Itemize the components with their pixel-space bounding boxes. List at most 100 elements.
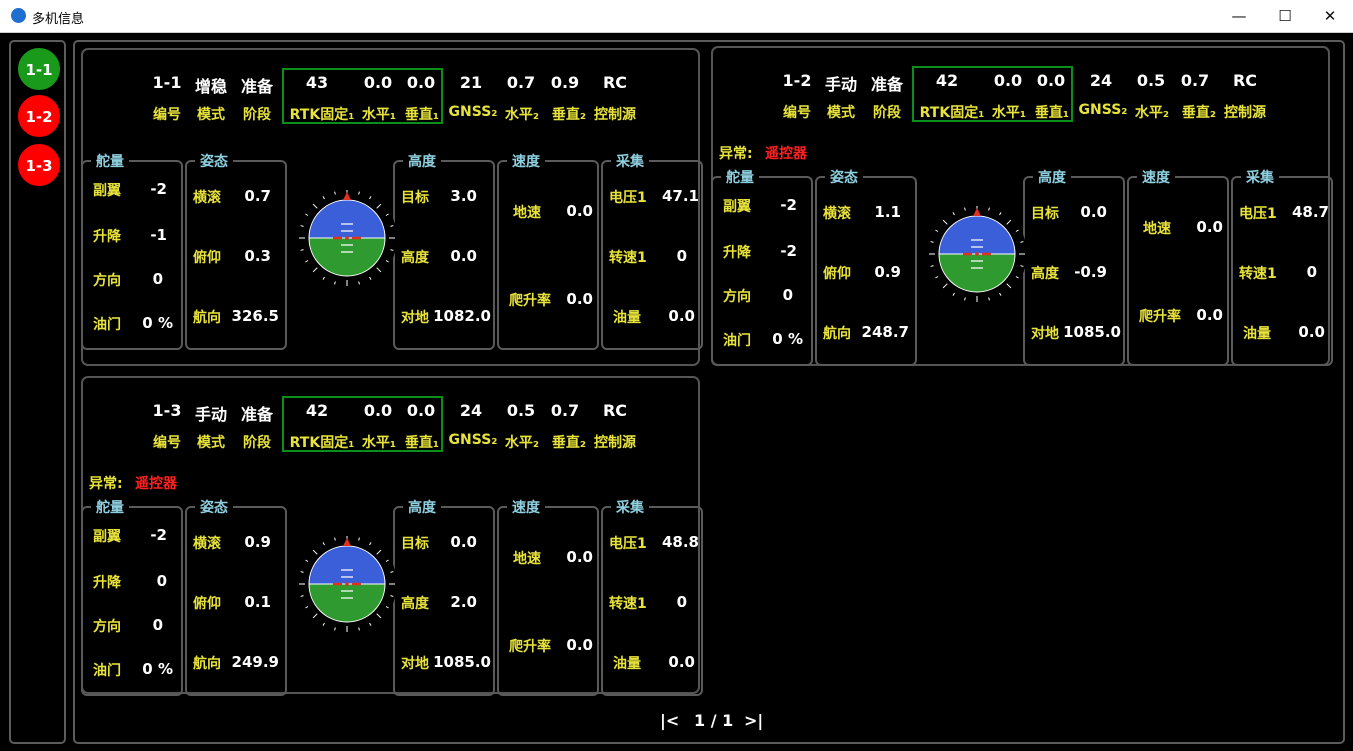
rpm-label: 转速1 — [609, 596, 647, 612]
voltage-label: 电压1 — [609, 190, 647, 206]
uav-id-label: 编号 — [153, 107, 181, 123]
altitude-label: 高度 — [401, 250, 429, 266]
direction-label: 方向 — [93, 273, 121, 289]
direction-value: 0 — [152, 616, 163, 634]
uav-button-1-1[interactable]: 1-1 — [17, 47, 61, 91]
rudder-group: 舵量 副翼 -2 升降 -1 方向 0 油门 0 % — [81, 151, 183, 350]
climb-rate-value: 0.0 — [1196, 306, 1223, 324]
voltage-label: 电压1 — [609, 536, 647, 552]
roll-value: 0.9 — [244, 533, 271, 551]
vertical2-label: 垂直₂ — [551, 107, 587, 123]
rpm-value: 0 — [676, 593, 687, 611]
heading-label: 航向 — [193, 656, 221, 672]
roll-value: 0.7 — [244, 187, 271, 205]
close-button[interactable]: ✕ — [1307, 0, 1353, 33]
page-indicator: 1 / 1 — [694, 711, 734, 730]
uav-id-value: 1-2 — [782, 71, 812, 90]
title-bar: 多机信息 — ☐ ✕ — [0, 0, 1353, 33]
altitude-group: 高度 目标 3.0 高度 0.0 对地 1082.0 — [393, 151, 495, 350]
control-source-value: RC — [602, 401, 628, 420]
vertical1-value: 0.0 — [406, 401, 436, 420]
ground-label: 对地 — [1031, 326, 1059, 342]
stage-label: 阶段 — [243, 107, 271, 123]
altitude-group-title: 高度 — [403, 151, 441, 171]
altitude-value: 2.0 — [450, 593, 477, 611]
app-icon — [11, 8, 26, 23]
vertical2-value: 0.9 — [550, 73, 580, 92]
maximize-icon: ☐ — [1278, 7, 1292, 25]
vertical1-label: 垂直₁ — [1034, 105, 1070, 121]
ground-label: 对地 — [401, 656, 429, 672]
horizontal2-label: 水平₂ — [1134, 105, 1170, 121]
direction-value: 0 — [152, 270, 163, 288]
uav-button-1-2[interactable]: 1-2 — [17, 94, 61, 138]
speed-group: 速度 地速 0.0 爬升率 0.0 — [497, 497, 599, 696]
rpm-label: 转速1 — [609, 250, 647, 266]
stage-value: 准备 — [240, 405, 273, 424]
rtk-value: 42 — [305, 401, 329, 420]
uav-card-1-3: 1-3 手动 准备 42 0.0 0.0 24 0.5 0.7 RC 编号 模式 阶段 RTK固定₁ 水平₁… — [81, 376, 703, 696]
gnss-value: 24 — [1089, 71, 1113, 90]
elevator-value: -2 — [780, 242, 797, 260]
voltage-value: 48.7 — [1291, 203, 1329, 221]
vertical2-label: 垂直₂ — [551, 435, 587, 451]
gnss-value: 24 — [459, 401, 483, 420]
elevator-label: 升降 — [93, 575, 121, 591]
rtk-label: RTK固定₁ — [289, 435, 355, 451]
uav-card-1-2: 1-2 手动 准备 42 0.0 0.0 24 0.5 0.7 RC 编号 模式 阶段 RTK固定₁ 水平₁… — [711, 46, 1333, 366]
vertical1-value: 0.0 — [1036, 71, 1066, 90]
gnss-label: GNSS₂ — [448, 104, 498, 120]
roll-label: 横滚 — [193, 536, 221, 552]
rudder-group: 舵量 副翼 -2 升降 -2 方向 0 油门 0 % — [711, 167, 813, 366]
control-source-label: 控制源 — [1224, 105, 1266, 121]
uav-id-value: 1-3 — [152, 401, 182, 420]
attitude-group-title: 姿态 — [195, 497, 233, 517]
roll-label: 横滚 — [823, 206, 851, 222]
attitude-group-title: 姿态 — [195, 151, 233, 171]
climb-rate-label: 爬升率 — [509, 293, 551, 309]
attitude-indicator — [295, 532, 399, 636]
heading-value: 326.5 — [231, 307, 279, 325]
minimize-button[interactable]: — — [1216, 0, 1262, 33]
aileron-label: 副翼 — [93, 183, 121, 199]
warning-value: 遥控器 — [765, 146, 807, 162]
first-page-button[interactable]: |< — [660, 711, 679, 730]
aileron-label: 副翼 — [93, 529, 121, 545]
direction-value: 0 — [782, 286, 793, 304]
gnss-label: GNSS₂ — [1078, 102, 1128, 118]
roll-label: 横滚 — [193, 190, 221, 206]
attitude-indicator — [295, 186, 399, 290]
uav-button-1-3[interactable]: 1-3 — [17, 143, 61, 187]
fuel-value: 0.0 — [1298, 323, 1325, 341]
fuel-value: 0.0 — [668, 653, 695, 671]
uav-id-value: 1-1 — [152, 73, 182, 92]
mode-value: 增稳 — [194, 77, 227, 96]
fuel-label: 油量 — [613, 656, 641, 672]
elevator-value: 0 — [156, 572, 167, 590]
ground-value: 1085.0 — [1063, 323, 1121, 341]
ground-label: 对地 — [401, 310, 429, 326]
warning-label: 异常: — [89, 476, 123, 492]
rpm-value: 0 — [676, 247, 687, 265]
direction-label: 方向 — [93, 619, 121, 635]
throttle-label: 油门 — [93, 663, 121, 679]
collect-group: 采集 电压1 48.8 转速1 0 油量 0.0 — [601, 497, 703, 696]
ground-speed-label: 地速 — [513, 205, 541, 221]
pager: |< 1 / 1 >| — [660, 711, 880, 735]
last-page-button[interactable]: >| — [744, 711, 763, 730]
stage-label: 阶段 — [873, 105, 901, 121]
climb-rate-value: 0.0 — [566, 290, 593, 308]
horizontal2-value: 0.5 — [506, 401, 536, 420]
rtk-label: RTK固定₁ — [289, 107, 355, 123]
altitude-group: 高度 目标 0.0 高度 2.0 对地 1085.0 — [393, 497, 495, 696]
horizontal2-label: 水平₂ — [504, 435, 540, 451]
pitch-value: 0.1 — [244, 593, 271, 611]
uav-sidebar: 1-1 1-2 1-3 — [9, 40, 66, 744]
altitude-label: 高度 — [401, 596, 429, 612]
altitude-group-title: 高度 — [403, 497, 441, 517]
maximize-button[interactable]: ☐ — [1262, 0, 1308, 33]
control-source-label: 控制源 — [594, 435, 636, 451]
climb-rate-label: 爬升率 — [1139, 309, 1181, 325]
vertical1-label: 垂直₁ — [404, 435, 440, 451]
close-icon: ✕ — [1323, 7, 1337, 25]
